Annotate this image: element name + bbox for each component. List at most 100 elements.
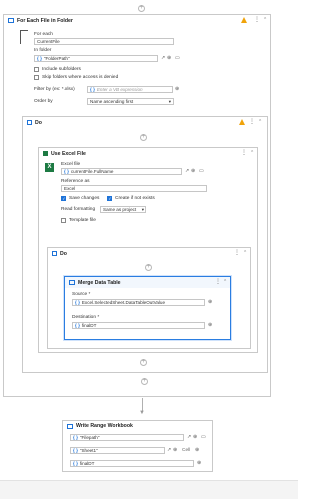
data-value: finalDT	[79, 461, 95, 466]
merge-header[interactable]: Merge Data Table	[65, 277, 230, 288]
for-each-variable-input[interactable]: CurrentFile	[34, 38, 174, 45]
add-circle-icon[interactable]: ⊕	[167, 55, 171, 61]
template-file-checkbox[interactable]	[61, 218, 66, 223]
excel-file-label: Excel file	[61, 162, 81, 167]
do-outer-header[interactable]: Do	[23, 117, 267, 128]
expression-icon: { }	[73, 448, 78, 453]
for-each-label: For each	[34, 32, 53, 37]
kebab-menu-icon[interactable]: ⋮	[249, 119, 255, 125]
excel-header[interactable]: Use Excel File	[39, 148, 257, 159]
folder-browse-icon[interactable]: ▭	[199, 168, 204, 174]
reference-as-input[interactable]: Excel	[61, 185, 207, 192]
expression-icon: { }	[64, 169, 69, 174]
order-by-select[interactable]: Name ascending first ▾	[87, 98, 174, 105]
kebab-menu-icon[interactable]: ⋮	[215, 279, 221, 285]
reference-as-label: Reference as	[61, 179, 90, 184]
create-if-not-exists-checkbox[interactable]	[107, 196, 112, 201]
sheet-value: "Sheet1"	[79, 448, 98, 453]
skip-denied-checkbox[interactable]	[34, 75, 39, 80]
expression-icon: { }	[75, 300, 80, 305]
add-activity-top-button[interactable]: +	[138, 5, 145, 12]
excel-scope-icon	[43, 151, 48, 156]
arrow-down-icon: ▼	[139, 410, 145, 416]
do-inner-header[interactable]: Do	[48, 248, 250, 259]
in-folder-label: In folder	[34, 48, 52, 53]
save-changes-checkbox[interactable]	[61, 196, 66, 201]
merge-data-table-activity[interactable]: Merge Data Table ⋮ ⌃ Source * { } Excel.S…	[64, 276, 231, 340]
collapse-icon[interactable]: ⌃	[223, 279, 227, 285]
filter-label: Filter by (ex: *.xlsx)	[34, 87, 75, 92]
write-sheet-input[interactable]: { } "Sheet1"	[70, 447, 165, 454]
kebab-menu-icon[interactable]: ⋮	[254, 17, 260, 23]
collapse-icon[interactable]: ⌃	[250, 150, 254, 156]
order-by-value: Name ascending first	[90, 99, 134, 104]
expand-field-icon[interactable]: ↗	[161, 55, 165, 61]
expression-icon: { }	[73, 435, 78, 440]
excel-file-value: currentFile.FullName	[70, 169, 114, 174]
create-if-not-exists-label: Create if not exists	[115, 196, 155, 201]
sequence-icon	[27, 120, 32, 125]
expression-icon: { }	[73, 461, 78, 466]
filepath-value: "Filepath"	[79, 435, 100, 440]
collapse-icon[interactable]: ⌃	[258, 119, 262, 125]
warning-icon[interactable]	[241, 17, 247, 23]
destination-input[interactable]: { } finalDT	[72, 322, 205, 329]
in-folder-input[interactable]: { } "FolderPath"	[34, 55, 158, 62]
table-merge-icon	[69, 280, 75, 285]
excel-file-input[interactable]: { } currentFile.FullName	[61, 168, 182, 175]
include-subfolders-label: Include subfolders	[42, 67, 81, 72]
expand-field-icon[interactable]: ↗	[185, 168, 189, 174]
skip-denied-label: Skip folders where access is denied	[42, 75, 119, 80]
write-data-input[interactable]: { } finalDT	[70, 460, 194, 467]
write-range-icon	[67, 423, 73, 429]
kebab-menu-icon[interactable]: ⋮	[234, 250, 240, 256]
source-label: Source *	[72, 292, 91, 297]
write-range-workbook-activity[interactable]: Write Range Workbook { } "Filepath" ↗ ⊕ ▭…	[62, 420, 213, 472]
warning-icon[interactable]	[239, 119, 245, 125]
read-formatting-label: Read formatting	[61, 207, 96, 212]
order-by-label: Order by	[34, 99, 53, 104]
for-each-header[interactable]: For Each File in Folder	[4, 15, 270, 26]
destination-label: Destination *	[72, 315, 100, 320]
add-activity-button[interactable]: +	[145, 264, 152, 271]
collapse-icon[interactable]: ⌃	[263, 17, 267, 23]
chevron-down-icon: ▾	[141, 207, 144, 212]
add-circle-icon[interactable]: ⊕	[193, 434, 197, 440]
chevron-down-icon: ▾	[168, 99, 171, 104]
use-excel-file-activity[interactable]: Use Excel File ⋮ ⌃ X Excel file { } curre…	[38, 147, 258, 353]
expression-icon: { }	[37, 56, 42, 61]
add-activity-button[interactable]: +	[140, 359, 147, 366]
add-circle-icon[interactable]: ⊕	[175, 86, 179, 92]
folder-browse-icon[interactable]: ▭	[201, 434, 206, 440]
collapse-icon[interactable]: ⌃	[243, 250, 247, 256]
add-circle-icon[interactable]: ⊕	[195, 447, 199, 453]
source-input[interactable]: { } Excel.SelectedSheet.DataTableOutValue	[72, 299, 205, 306]
write-filepath-input[interactable]: { } "Filepath"	[70, 434, 184, 441]
folder-browse-icon[interactable]: ▭	[175, 55, 180, 61]
loop-bracket-icon	[20, 30, 28, 44]
expand-field-icon[interactable]: ↗	[187, 434, 191, 440]
expression-icon: { }	[75, 323, 80, 328]
expand-field-icon[interactable]: ↗	[167, 447, 171, 453]
read-formatting-select[interactable]: Same as project ▾	[100, 206, 146, 213]
excel-title: Use Excel File	[51, 150, 86, 157]
add-circle-icon[interactable]: ⊕	[208, 299, 212, 305]
do-outer-container[interactable]: Do ⋮ ⌃ + Use Excel File ⋮ ⌃ X Excel file…	[22, 116, 268, 373]
add-circle-icon[interactable]: ⊕	[208, 322, 212, 328]
write-header[interactable]: Write Range Workbook	[63, 421, 212, 431]
add-activity-button[interactable]: +	[141, 378, 148, 385]
source-value: Excel.SelectedSheet.DataTableOutValue	[81, 300, 166, 305]
kebab-menu-icon[interactable]: ⋮	[241, 150, 247, 156]
do-inner-container[interactable]: Do ⋮ ⌃ + Merge Data Table ⋮ ⌃ Source * {…	[47, 247, 251, 349]
filter-input[interactable]: { } Enter a VB expression	[87, 86, 173, 93]
add-circle-icon[interactable]: ⊕	[173, 447, 177, 453]
do-outer-title: Do	[35, 119, 42, 126]
add-circle-icon[interactable]: ⊕	[197, 460, 201, 466]
save-changes-label: Save changes	[69, 196, 100, 201]
write-title: Write Range Workbook	[76, 423, 133, 429]
destination-value: finalDT	[81, 323, 97, 328]
include-subfolders-checkbox[interactable]	[34, 67, 39, 72]
add-activity-button[interactable]: +	[140, 134, 147, 141]
add-circle-icon[interactable]: ⊕	[191, 168, 195, 174]
for-each-file-activity[interactable]: For Each File in Folder ⋮ ⌃ For each Cur…	[3, 14, 271, 397]
